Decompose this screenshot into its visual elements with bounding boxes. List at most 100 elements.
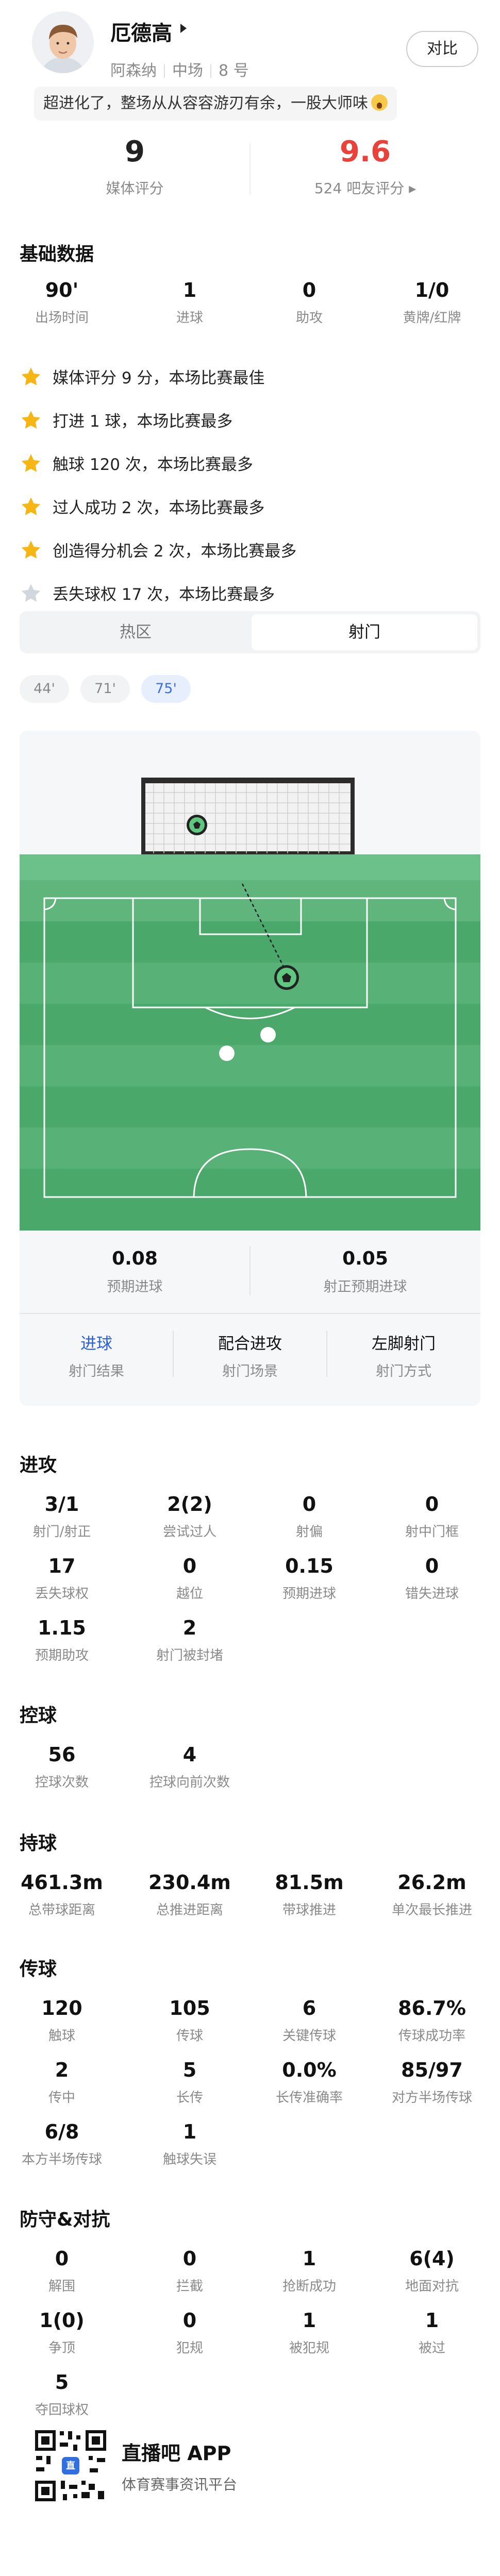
gold-star-icon [21,454,41,472]
xg-label: 预期进球 [107,1279,163,1295]
stat-minutes: 90' 出场时间 [5,278,119,326]
qr-code-icon[interactable]: 直 [32,2427,109,2504]
stat-assists: 0 助攻 [253,278,366,326]
stat-value: 1 [182,279,197,301]
stat-value: 1 [302,2247,316,2270]
stat-item: 5 夺回球权 [5,2370,119,2418]
shot-minute-chip-active[interactable]: 75' [141,675,191,703]
stat-item: 85/97 对方半场传球 [375,2058,489,2106]
gold-star-icon [21,497,41,515]
stat-value: 461.3m [21,1871,103,1894]
shot-scene-value: 配合进攻 [218,1335,282,1353]
other-shot-marker[interactable] [219,1046,235,1061]
player-team[interactable]: 阿森纳 [110,62,157,80]
app-subtitle: 体育赛事资讯平台 [122,2476,238,2493]
stat-value: 105 [169,1997,210,2019]
highlight-text: 丢失球权 17 次，本场比赛最多 [53,585,275,604]
stat-value: 0.15 [285,1555,334,1577]
stat-item: 0 解围 [5,2247,119,2295]
stat-label: 错失进球 [405,1586,459,1602]
stat-item: 1 被过 [375,2309,489,2356]
stat-item: 0 犯规 [133,2309,246,2356]
fan-score-label[interactable]: 524 吧友评分 ▸ [250,177,480,198]
stat-item: 6/8 本方半场传球 [5,2120,119,2168]
stat-value: 81.5m [275,1871,344,1894]
stat-label: 触球失误 [162,2152,216,2167]
highlight-item: 媒体评分 9 分，本场比赛最佳 [20,363,264,394]
stat-item: 1(0) 争顶 [5,2309,119,2356]
shocked-face-emoji-icon [371,94,388,111]
player-stats-page: 厄德高 阿森纳 中场 8 号 对比 超进化了，整场从从容容游刃有余，一股大师味 9 … [0,0,500,2576]
stat-label: 长传准确率 [275,2090,343,2106]
stat-label: 总推进距离 [156,1902,223,1918]
player-avatar[interactable] [32,11,94,73]
stat-label: 抢断成功 [282,2279,336,2294]
section-title-defense: 防守&对抗 [20,2209,110,2230]
compare-button[interactable]: 对比 [406,31,478,67]
stat-cards: 1/0 黄牌/红牌 [375,278,489,326]
stat-value: 0 [182,2247,197,2270]
shot-scene-label: 射门场景 [222,1363,278,1379]
goal-frame [141,778,355,855]
stat-item: 17 丢失球权 [5,1554,119,1602]
shot-detail-card: 0.08 预期进球 0.05 射正预期进球 进球 射门结果 配合进攻 射门场景 … [20,731,480,1406]
player-name-arrow-icon[interactable] [180,24,187,33]
stat-value: 26.2m [397,1871,466,1894]
shot-info-divider [326,1331,327,1377]
stat-value: 2 [55,2059,69,2081]
stat-label: 射门被封堵 [156,1648,223,1663]
stat-value: 0 [425,1493,439,1516]
stat-item: 1.15 预期助攻 [5,1616,119,1664]
stat-item: 0 错失进球 [375,1554,489,1602]
stat-label: 传球成功率 [398,2028,465,2044]
stat-item: 1 触球失误 [133,2120,246,2168]
player-meta: 阿森纳 中场 8 号 [110,58,249,80]
stat-label: 控球向前次数 [149,1775,230,1790]
stat-item: 1 抢断成功 [253,2247,366,2295]
stat-goals: 1 进球 [133,278,246,326]
stat-label: 拦截 [176,2279,203,2294]
player-comment: 超进化了，整场从从容容游刃有余，一股大师味 [34,87,397,121]
stat-label: 射中门框 [405,1524,459,1540]
other-shot-marker[interactable] [260,1027,276,1042]
stat-value: 120 [41,1997,82,2019]
stat-label: 传中 [48,2090,75,2106]
stat-label: 带球推进 [282,1902,336,1918]
grey-star-icon [21,584,41,602]
rating-summary: 9 媒体评分 9.6 524 吧友评分 ▸ [20,134,480,206]
stat-value: 2(2) [167,1493,212,1516]
stat-value: 2 [182,1617,197,1639]
media-rating: 9 媒体评分 [20,134,250,198]
stat-label: 控球次数 [35,1775,89,1790]
stat-item: 3/1 射门/射正 [5,1492,119,1540]
xgot-stat: 0.05 射正预期进球 [250,1248,480,1295]
stat-value: 85/97 [401,2059,463,2081]
shot-minute-chip[interactable]: 44' [20,675,69,703]
stat-item: 81.5m 带球推进 [253,1871,366,1918]
stat-value: 1 [182,2120,197,2143]
stat-item: 105 传球 [133,1996,246,2044]
stat-item: 1 被犯规 [253,2309,366,2356]
stat-value: 0.0% [282,2059,337,2081]
stat-value: 4 [182,1743,197,1766]
fan-rating[interactable]: 9.6 524 吧友评分 ▸ [250,134,480,198]
stat-value: 17 [48,1555,76,1577]
shot-result-label: 射门结果 [69,1363,124,1379]
stat-value: 3/1 [44,1493,79,1516]
active-shot-ball-icon[interactable] [274,965,299,990]
player-name[interactable]: 厄德高 [110,16,172,46]
stat-item: 6(4) 地面对抗 [375,2247,489,2295]
player-header: 厄德高 阿森纳 中场 8 号 对比 [0,0,500,80]
stat-value: 1/0 [414,279,449,301]
shot-minute-chip[interactable]: 71' [80,675,130,703]
stat-label: 助攻 [295,310,323,326]
tab-heatmap[interactable]: 热区 [23,614,248,650]
stat-item: 86.7% 传球成功率 [375,1996,489,2044]
stat-label: 被犯规 [289,2341,329,2356]
stat-label: 解围 [48,2279,75,2294]
shot-scene: 配合进攻 射门场景 [173,1331,327,1380]
highlight-text: 触球 120 次，本场比赛最多 [53,456,253,474]
section-title-control: 控球 [20,1705,57,1726]
stat-item: 6 关键传球 [253,1996,366,2044]
tab-shots[interactable]: 射门 [252,614,477,650]
